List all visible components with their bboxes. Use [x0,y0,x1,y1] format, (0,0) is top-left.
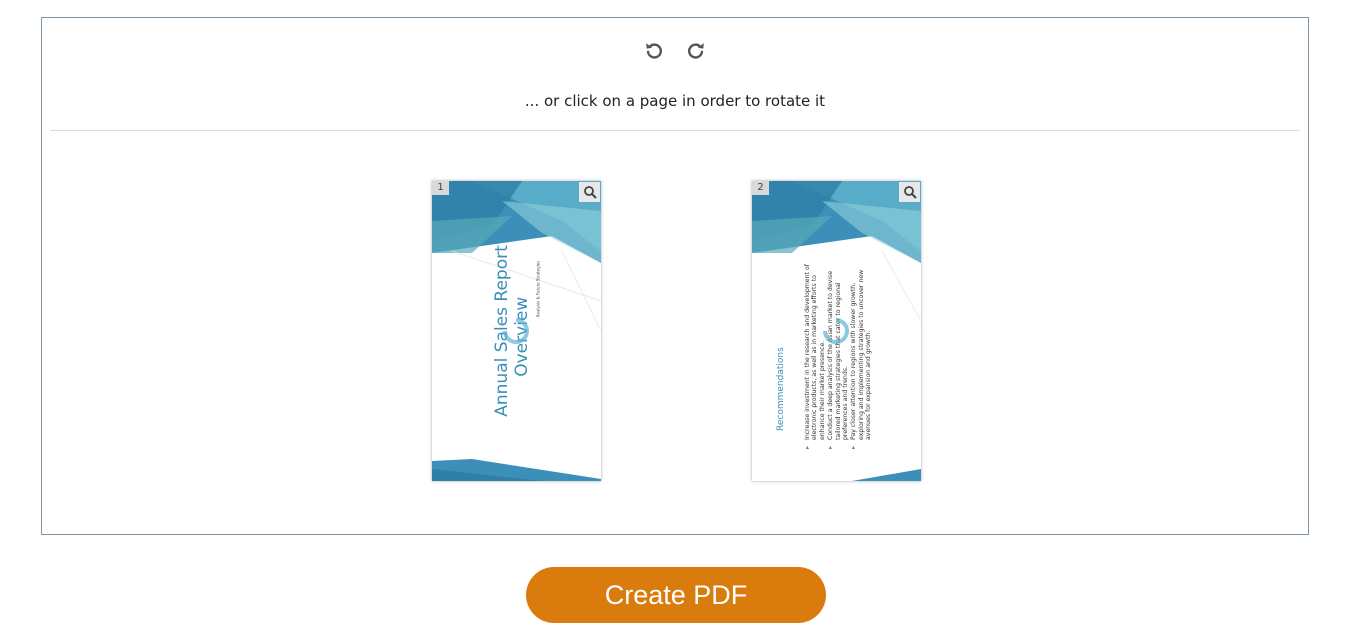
rotate-right-button[interactable] [684,38,708,62]
page-number-badge: 1 [432,181,449,195]
loading-spinner-icon [823,318,849,344]
list-item: Conduct a deep analysis of the Asian mar… [827,259,849,449]
rotate-hint-text: ... or click on a page in order to rotat… [524,92,826,110]
rotate-left-button[interactable] [642,38,666,62]
list-item: Increase investment in the research and … [804,259,826,449]
rotate-cw-icon [688,43,704,59]
zoom-icon [583,186,597,199]
slide-subtitle: Analysis & Future Strategies [535,260,541,318]
list-item: Pay closer attention to regions with slo… [850,259,872,449]
create-pdf-button[interactable]: Create PDF [526,567,826,623]
rotate-toolbar [42,38,1308,62]
zoom-icon [903,186,917,199]
zoom-button[interactable] [899,182,920,202]
page-thumbnail-1[interactable]: Annual Sales Report Overview Analysis & … [432,181,601,481]
page-number-badge: 2 [752,181,769,195]
slide-bullet-list: Increase investment in the research and … [804,259,874,449]
loading-spinner-icon [503,318,529,344]
page-thumbnail-2[interactable]: Recommendations Increase investment in t… [752,181,921,481]
page-organizer-panel: ... or click on a page in order to rotat… [41,17,1309,535]
slide-heading: Recommendations [776,347,786,431]
zoom-button[interactable] [579,182,600,202]
rotate-ccw-icon [646,43,662,59]
divider [50,130,1300,131]
